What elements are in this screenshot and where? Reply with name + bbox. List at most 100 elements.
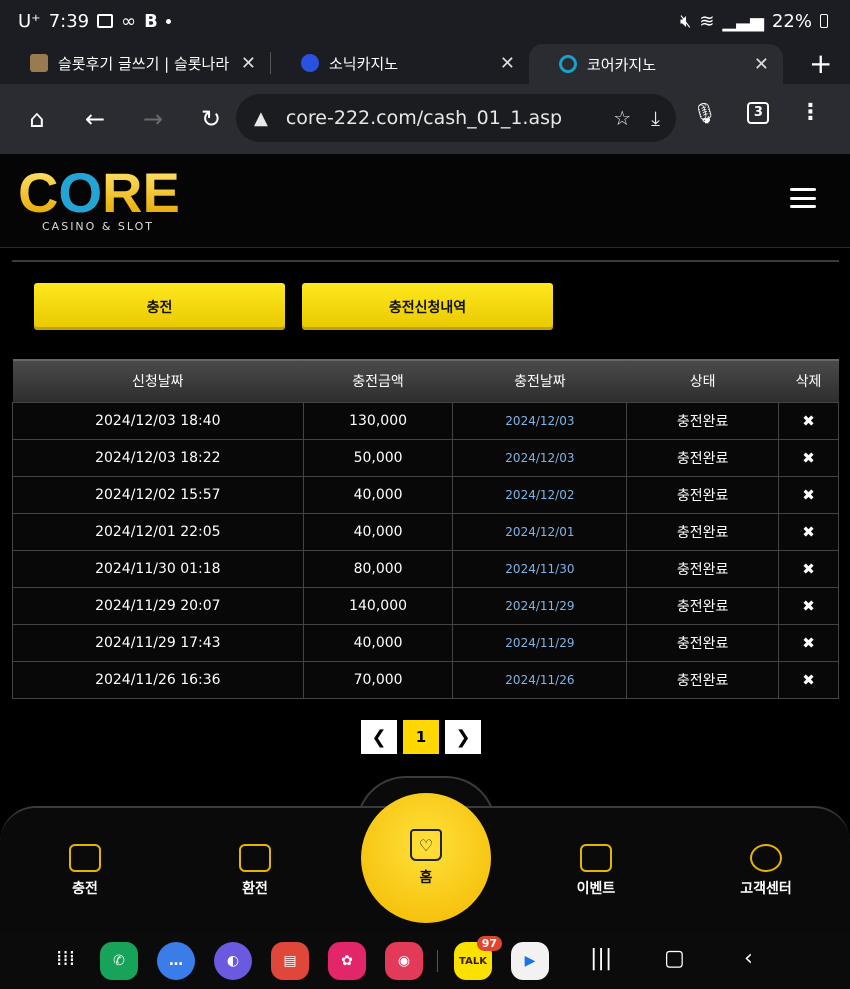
nav-charge[interactable]: 충전 [25,844,145,898]
status-cell: 충전완료 [626,586,780,625]
gift-event-icon [580,844,612,872]
signal-icon: ▁▃▅ [722,10,764,32]
kakaotalk-label: TALK [459,955,487,967]
nav-support-label: 고객센터 [740,881,792,897]
request-date-cell: 2024/12/01 22:05 [12,512,304,551]
delete-icon[interactable]: ✖ [778,512,839,551]
new-tab-icon[interactable]: + [809,47,832,80]
amount-cell: 40,000 [302,512,454,551]
request-date-cell: 2024/11/26 16:36 [12,660,304,699]
delete-icon[interactable]: ✖ [778,623,839,662]
pagination: ❮ 1 ❯ [361,720,481,754]
next-page-chevron-right-icon[interactable]: ❯ [445,720,481,754]
android-dock: ⁞⁞⁞ ✆ … ◐ ▤ ✿ ◉ TALK 97 ▶ ||| ▢ ‹ [0,932,850,989]
home-heart-icon: ♡ [410,829,442,861]
tab-slot-review[interactable]: 슬롯후기 글쓰기 | 슬롯나라 ✕ [0,43,270,83]
charge-date-cell: 2024/11/29 [452,586,628,625]
overflow-menu-icon[interactable]: ⋮ [799,100,821,125]
reload-icon[interactable]: ↻ [194,102,228,136]
not-secure-warning-icon[interactable]: ▲ [254,108,268,129]
address-bar[interactable]: ▲ core-222.com/cash_01_1.asp ☆ ⤓ [236,94,676,142]
table-row: 2024/11/30 01:18 80,000 2024/11/30 충전완료 … [12,549,839,588]
phone-app-icon[interactable]: ✆ [100,942,138,980]
gallery-app-icon[interactable]: ✿ [328,942,366,980]
kakaotalk-app-icon[interactable]: TALK 97 [454,936,502,980]
tab-count-button[interactable]: 3 [747,101,770,124]
delete-icon[interactable]: ✖ [778,438,839,477]
nav-charge-label: 충전 [72,881,98,897]
delete-icon[interactable]: ✖ [778,660,839,699]
nav-exchange-label: 환전 [242,881,268,897]
back-icon[interactable]: ← [78,102,112,136]
messages-app-icon[interactable]: … [157,942,195,980]
delete-icon[interactable]: ✖ [778,475,839,514]
table-row: 2024/12/03 18:40 130,000 2024/12/03 충전완료… [12,401,839,440]
charge-button[interactable]: 충전 [34,283,285,330]
delete-icon[interactable]: ✖ [778,586,839,625]
charge-date-cell: 2024/12/03 [452,401,628,440]
forward-icon[interactable]: → [136,102,170,136]
charge-date-cell: 2024/12/02 [452,475,628,514]
table-row: 2024/11/29 17:43 40,000 2024/11/29 충전완료 … [12,623,839,662]
nav-exchange[interactable]: 환전 [195,844,315,898]
table-header-row: 신청날짜 충전금액 충전날짜 상태 삭제 [12,359,839,402]
download-icon[interactable]: ⤓ [651,106,660,130]
table-row: 2024/11/26 16:36 70,000 2024/11/26 충전완료 … [12,660,839,699]
request-date-cell: 2024/12/03 18:22 [12,438,304,477]
tab-title: 소닉카지노 [329,54,399,73]
table-row: 2024/12/02 15:57 40,000 2024/12/02 충전완료 … [12,475,839,514]
page-number-current[interactable]: 1 [403,720,439,754]
status-cell: 충전완료 [626,549,780,588]
b-app-notification-icon: B [144,10,158,32]
tab-sonic-casino[interactable]: 소닉카지노 ✕ [271,43,529,83]
logo-word: CORE [18,161,180,224]
status-bar: U⁺ 7:39 ∞ B 🔇︎ ≋ ▁▃▅ 22% [0,0,850,42]
battery-icon [820,14,828,28]
app-drawer-icon[interactable]: ⁞⁞⁞ [56,946,75,970]
internet-browser-app-icon[interactable]: ◐ [214,942,252,980]
status-cell: 충전완료 [626,512,780,551]
home-icon[interactable]: ⌂ [20,102,54,136]
camera-app-icon[interactable]: ◉ [385,942,423,980]
more-notifications-icon [165,18,171,24]
charge-wallet-icon [69,844,101,872]
tab-title: 슬롯후기 글쓰기 | 슬롯나라 [58,54,230,73]
hamburger-menu-icon[interactable] [790,188,816,208]
nav-home-button[interactable]: ♡ 홈 [361,793,491,923]
play-store-app-icon[interactable]: ▶ [511,942,549,980]
close-tab-icon[interactable]: ✕ [241,53,256,74]
charge-history-button[interactable]: 충전신청내역 [302,283,553,330]
close-tab-icon[interactable]: ✕ [754,54,769,75]
core-casino-logo[interactable]: CORE CASINO & SLOT [18,161,180,234]
delete-icon[interactable]: ✖ [778,549,839,588]
back-nav-icon[interactable]: ‹ [744,946,753,971]
url-text[interactable]: core-222.com/cash_01_1.asp [286,107,593,129]
browser-toolbar: ⌂ ← → ↻ ▲ core-222.com/cash_01_1.asp ☆ ⤓… [0,84,850,154]
amount-cell: 80,000 [302,549,454,588]
nav-event[interactable]: 이벤트 [536,844,656,898]
gallery-notification-icon [97,14,114,28]
charge-date-cell: 2024/12/03 [452,438,628,477]
delete-icon[interactable]: ✖ [778,401,839,440]
table-row: 2024/12/03 18:22 50,000 2024/12/03 충전완료 … [12,438,839,477]
prev-page-chevron-left-icon[interactable]: ❮ [361,720,397,754]
charge-date-cell: 2024/11/26 [452,660,628,699]
exchange-cash-icon [239,844,271,872]
status-cell: 충전완료 [626,401,780,440]
nav-support[interactable]: 고객센터 [706,844,826,898]
header-request-date: 신청날짜 [12,359,304,402]
amount-cell: 40,000 [302,623,454,662]
microphone-icon[interactable]: 🎙︎ [692,101,717,125]
request-date-cell: 2024/12/02 15:57 [12,475,304,514]
recents-icon[interactable]: ||| [590,946,612,971]
table-row: 2024/11/29 20:07 140,000 2024/11/29 충전완료… [12,586,839,625]
slotnara-favicon-icon [30,54,48,72]
home-nav-icon[interactable]: ▢ [664,946,685,971]
close-tab-icon[interactable]: ✕ [500,53,515,74]
notes-app-icon[interactable]: ▤ [271,942,309,980]
tab-core-casino[interactable]: 코어카지노 ✕ [529,44,783,84]
amount-cell: 130,000 [302,401,454,440]
bookmark-star-icon[interactable]: ☆ [613,106,631,130]
amount-cell: 40,000 [302,475,454,514]
request-date-cell: 2024/11/29 17:43 [12,623,304,662]
